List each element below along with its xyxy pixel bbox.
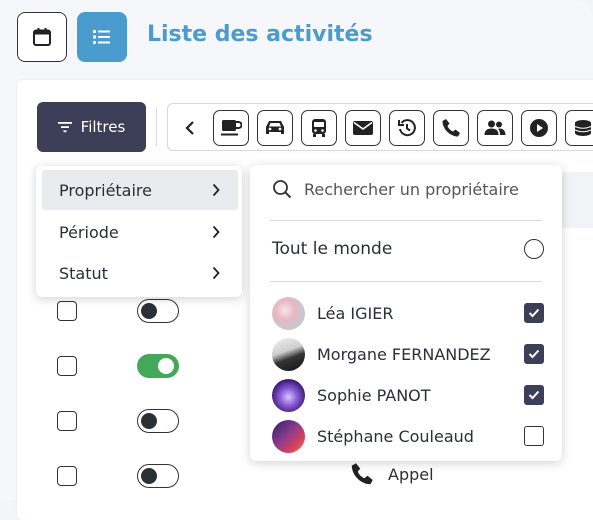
check-icon [528,390,540,400]
type-car-button[interactable] [257,110,293,146]
bus-icon [312,119,326,137]
avatar [272,337,305,371]
menu-item-status[interactable]: Statut [42,253,238,293]
owner-option[interactable]: Morgane FERNANDEZ [272,337,544,371]
owner-search-placeholder: Rechercher un propriétaire [304,179,519,199]
divider [270,220,542,221]
row-checkbox[interactable] [57,301,77,321]
everyone-radio[interactable] [524,239,544,259]
type-coffee-button[interactable] [213,110,249,146]
type-email-button[interactable] [345,110,381,146]
avatar [272,296,305,330]
owner-filter-panel: Rechercher un propriétaire Tout le monde… [250,165,562,461]
owner-checkbox[interactable] [524,344,544,364]
owner-search-field[interactable]: Rechercher un propriétaire [272,179,519,199]
search-icon [273,180,292,199]
row-toggle[interactable] [137,464,179,488]
filters-button-label: Filtres [80,118,126,136]
chevron-right-icon [212,266,220,280]
row-activity-type: Appel [350,462,434,486]
owner-name: Léa IGIER [317,303,394,323]
calendar-view-button[interactable] [17,12,67,62]
owner-option[interactable]: Sophie PANOT [272,378,544,412]
list-icon [93,30,110,44]
coffee-icon [221,120,242,136]
page-title: Liste des activités [147,22,373,47]
car-icon [266,121,284,134]
type-phone-button[interactable] [433,110,469,146]
owner-checkbox[interactable] [524,426,544,446]
check-icon [528,349,540,359]
menu-item-period[interactable]: Période [42,212,238,252]
phone-icon [351,463,373,485]
row-checkbox[interactable] [57,356,77,376]
avatar [272,419,305,453]
filters-button[interactable]: Filtres [37,102,146,152]
toolbar-divider [156,108,157,146]
owner-checkbox[interactable] [524,303,544,323]
menu-item-label: Propriétaire [59,180,152,200]
type-video-button[interactable] [521,110,557,146]
everyone-option[interactable]: Tout le monde [272,239,544,259]
owner-name: Stéphane Couleaud [317,426,474,446]
row-toggle[interactable] [137,299,179,323]
chevron-right-icon [212,225,220,239]
owner-checkbox[interactable] [524,385,544,405]
check-icon [528,308,540,318]
row-toggle[interactable] [137,354,179,378]
users-icon [484,120,506,135]
menu-item-label: Statut [59,263,108,283]
history-icon [398,119,416,137]
menu-item-label: Période [59,222,119,242]
activity-type-label: Appel [388,464,434,484]
everyone-label: Tout le monde [272,239,393,259]
filters-menu: Propriétaire Période Statut [36,166,242,297]
owner-option[interactable]: Léa IGIER [272,296,544,330]
play-icon [530,119,548,137]
owner-option[interactable]: Stéphane Couleaud [272,419,544,453]
menu-item-owner[interactable]: Propriétaire [42,170,238,210]
row-checkbox[interactable] [57,411,77,431]
calendar-icon [33,28,51,46]
chevron-right-icon [212,183,220,197]
chevron-left-icon [185,121,194,135]
type-history-button[interactable] [389,110,425,146]
type-meeting-button[interactable] [477,110,513,146]
type-payment-button[interactable] [565,110,593,146]
phone-icon [442,119,460,137]
envelope-icon [353,121,373,135]
type-bus-button[interactable] [301,110,337,146]
owner-name: Morgane FERNANDEZ [317,344,491,364]
owner-name: Sophie PANOT [317,385,431,405]
avatar [272,378,305,412]
table-header-strip [560,172,593,228]
filter-icon [57,122,72,133]
toolbar-previous-button[interactable] [180,110,200,146]
coins-icon [574,120,592,136]
list-view-button[interactable] [77,12,127,62]
divider [270,281,542,282]
row-toggle[interactable] [137,409,179,433]
row-checkbox[interactable] [57,466,77,486]
